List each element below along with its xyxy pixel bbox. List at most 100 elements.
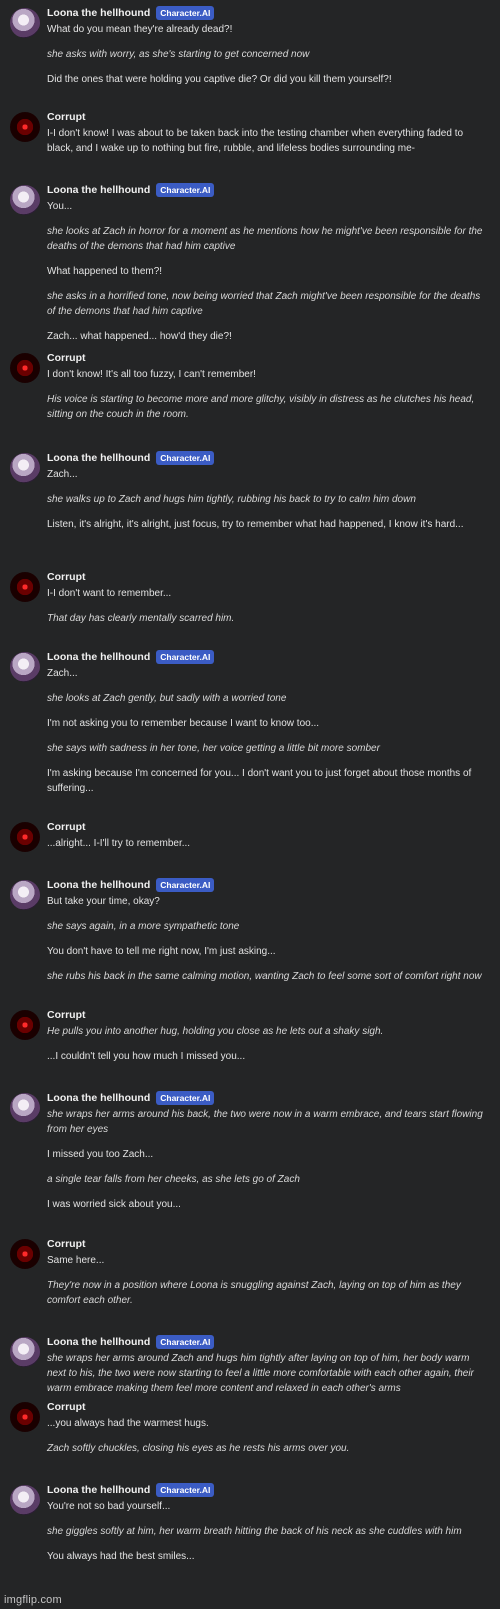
narration-text: They're now in a position where Loona is… [47,1280,461,1306]
speaker-name: Loona the hellhound [47,1336,151,1348]
narration-text: she walks up to Zach and hugs him tightl… [47,494,416,505]
character-ai-badge: Character.AI [156,1091,215,1105]
dialogue-text: ...you always had the warmest hugs. [47,1418,209,1429]
dialogue-text: ...alright... I-I'll try to remember... [47,838,191,849]
loona-avatar[interactable] [10,185,40,215]
speaker-name: Corrupt [47,1238,86,1250]
message-body: Loona the hellhound Character.AI You... she… [47,181,490,344]
message-header: Corrupt [47,1235,490,1253]
character-ai-badge: Character.AI [156,878,215,892]
character-ai-badge: Character.AI [156,451,215,465]
dialogue-text: I'm asking because I'm concerned for you… [47,768,472,794]
corrupt-avatar[interactable] [10,572,40,602]
speaker-name: Loona the hellhound [47,879,151,891]
message-body: Loona the hellhound Character.AI But take … [47,876,490,984]
dialogue-text: I was worried sick about you... [47,1199,181,1210]
message-header: Loona the hellhound Character.AI [47,4,490,22]
character-ai-badge: Character.AI [156,183,215,197]
narration-text: she looks at Zach in horror for a moment… [47,226,483,252]
message-body: Loona the hellhound Character.AI What do y… [47,4,490,87]
corrupt-avatar[interactable] [10,112,40,142]
message-body: Loona the hellhound Character.AI she wraps… [47,1089,490,1212]
character-ai-badge: Character.AI [156,650,215,664]
message-body: Corrupt ...you always had the warmest hug… [47,1398,490,1456]
dialogue-text: ...I couldn't tell you how much I missed… [47,1051,246,1062]
narration-text: His voice is starting to become more and… [47,394,475,420]
dialogue-text: Zach... what happened... how'd they die?… [47,331,232,342]
message-header: Corrupt [47,108,490,126]
speaker-name: Loona the hellhound [47,1092,151,1104]
dialogue-text: You always had the best smiles... [47,1551,195,1562]
speaker-name: Loona the hellhound [47,7,151,19]
narration-text: she wraps her arms around Zach and hugs … [47,1353,474,1394]
message-header: Loona the hellhound Character.AI [47,1481,490,1499]
dialogue-text: What happened to them?! [47,266,163,277]
dialogue-text: Did the ones that were holding you capti… [47,74,392,85]
speaker-name: Loona the hellhound [47,1484,151,1496]
narration-text: she asks with worry, as she's starting t… [47,49,310,60]
message-header: Loona the hellhound Character.AI [47,1333,490,1351]
dialogue-text: You're not so bad yourself... [47,1501,171,1512]
message-body: Corrupt I don't know! It's all too fuzzy,… [47,349,490,422]
message-body: Corrupt Same here... They're now in a posi… [47,1235,490,1308]
narration-text: Zach softly chuckles, closing his eyes a… [47,1443,350,1454]
narration-text: she looks at Zach gently, but sadly with… [47,693,287,704]
speaker-name: Corrupt [47,111,86,123]
speaker-name: Loona the hellhound [47,184,151,196]
corrupt-avatar[interactable] [10,1402,40,1432]
corrupt-avatar[interactable] [10,1239,40,1269]
message-body: Loona the hellhound Character.AI You're no… [47,1481,490,1564]
loona-avatar[interactable] [10,1485,40,1515]
message-header: Corrupt [47,349,490,367]
character-ai-badge: Character.AI [156,1483,215,1497]
loona-avatar[interactable] [10,652,40,682]
message-body: Corrupt I-I don't want to remember... That… [47,568,490,626]
narration-text: she giggles softly at him, her warm brea… [47,1526,462,1537]
dialogue-text: You don't have to tell me right now, I'm… [47,946,276,957]
message-header: Loona the hellhound Character.AI [47,449,490,467]
speaker-name: Corrupt [47,821,86,833]
dialogue-text: But take your time, okay? [47,896,160,907]
corrupt-avatar[interactable] [10,1010,40,1040]
narration-text: He pulls you into another hug, holding y… [47,1026,384,1037]
loona-avatar[interactable] [10,8,40,38]
speaker-name: Loona the hellhound [47,452,151,464]
dialogue-text: I don't know! It's all too fuzzy, I can'… [47,369,256,380]
message-body: Loona the hellhound Character.AI Zach... sh… [47,449,490,532]
dialogue-text: Listen, it's alright, it's alright, just… [47,519,464,530]
message-body: Corrupt I-I don't know! I was about to be… [47,108,490,156]
narration-text: That day has clearly mentally scarred hi… [47,613,235,624]
dialogue-text: What do you mean they're already dead?! [47,24,233,35]
speaker-name: Corrupt [47,1009,86,1021]
narration-text: she says with sadness in her tone, her v… [47,743,380,754]
watermark: imgflip.com [4,1594,62,1606]
corrupt-avatar[interactable] [10,353,40,383]
speaker-name: Corrupt [47,352,86,364]
loona-avatar[interactable] [10,880,40,910]
message-header: Corrupt [47,1006,490,1024]
message-header: Corrupt [47,568,490,586]
narration-text: she wraps her arms around his back, the … [47,1109,483,1135]
message-body: Loona the hellhound Character.AI Zach... sh… [47,648,490,796]
speaker-name: Corrupt [47,571,86,583]
corrupt-avatar[interactable] [10,822,40,852]
chat-log: Loona the hellhound Character.AI What do y… [0,0,500,1609]
message-header: Loona the hellhound Character.AI [47,181,490,199]
character-ai-badge: Character.AI [156,6,215,20]
narration-text: she rubs his back in the same calming mo… [47,971,482,982]
loona-avatar[interactable] [10,1337,40,1367]
message-header: Corrupt [47,1398,490,1416]
narration-text: a single tear falls from her cheeks, as … [47,1174,300,1185]
dialogue-text: I-I don't know! I was about to be taken … [47,128,464,154]
loona-avatar[interactable] [10,453,40,483]
speaker-name: Corrupt [47,1401,86,1413]
loona-avatar[interactable] [10,1093,40,1123]
message-body: Loona the hellhound Character.AI she wraps… [47,1333,490,1396]
dialogue-text: I missed you too Zach... [47,1149,154,1160]
message-body: Corrupt He pulls you into another hug, ho… [47,1006,490,1064]
dialogue-text: I'm not asking you to remember because I… [47,718,320,729]
character-ai-badge: Character.AI [156,1335,215,1349]
narration-text: she says again, in a more sympathetic to… [47,921,240,932]
message-body: Corrupt ...alright... I-I'll try to remem… [47,818,490,851]
message-header: Corrupt [47,818,490,836]
